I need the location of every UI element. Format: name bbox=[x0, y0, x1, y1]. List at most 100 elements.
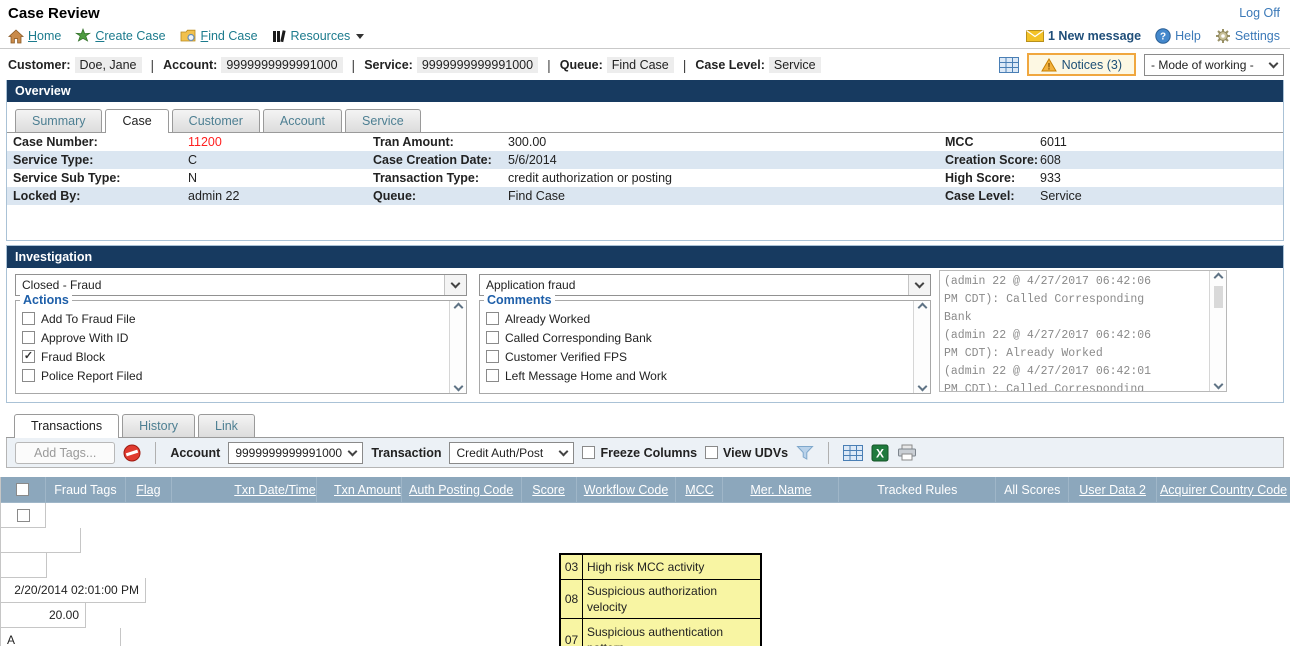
field-value: admin 22 bbox=[188, 189, 239, 203]
nav-create-case[interactable]: Create Case bbox=[75, 28, 165, 44]
column-header[interactable]: User Data 2 bbox=[1069, 477, 1157, 503]
no-entry-icon[interactable] bbox=[123, 444, 141, 462]
notices-button[interactable]: ! Notices (3) bbox=[1027, 53, 1136, 76]
mode-of-working-value: - Mode of working - bbox=[1151, 58, 1254, 72]
column-header: Fraud Tags bbox=[46, 477, 126, 503]
checkbox[interactable] bbox=[486, 369, 499, 382]
investigation-header: Investigation bbox=[7, 246, 1283, 268]
nav-find-case[interactable]: Find Case bbox=[180, 29, 258, 43]
add-tags-button[interactable]: Add Tags... bbox=[15, 442, 115, 464]
select-all-checkbox-cell[interactable] bbox=[1, 477, 46, 503]
checkbox[interactable] bbox=[486, 350, 499, 363]
checkbox-option[interactable]: Called Corresponding Bank bbox=[486, 328, 909, 347]
field-value: credit authorization or posting bbox=[508, 171, 672, 185]
investigation-panel: Investigation Closed - Fraud Application… bbox=[6, 245, 1284, 403]
actions-scrollbar[interactable] bbox=[449, 301, 466, 393]
checkbox-option[interactable]: Already Worked bbox=[486, 309, 909, 328]
nav-resources[interactable]: Resources bbox=[272, 29, 365, 43]
resources-dropdown-caret bbox=[356, 34, 364, 39]
context-value: Service bbox=[769, 57, 821, 73]
overview-tabs: SummaryCaseCustomerAccountService bbox=[7, 102, 1283, 133]
row-checkbox-cell[interactable] bbox=[1, 503, 46, 528]
checkbox-label: Customer Verified FPS bbox=[505, 350, 627, 364]
context-label: Service: bbox=[364, 58, 413, 72]
tab-link[interactable]: Link bbox=[198, 414, 255, 437]
checkbox[interactable] bbox=[22, 369, 35, 382]
tab-case[interactable]: Case bbox=[105, 109, 168, 133]
checkbox[interactable] bbox=[582, 446, 595, 459]
tab-account[interactable]: Account bbox=[263, 109, 342, 132]
filter-icon[interactable] bbox=[796, 445, 814, 461]
select-all-checkbox[interactable] bbox=[16, 483, 29, 496]
tab-transactions[interactable]: Transactions bbox=[14, 414, 119, 438]
investigation-log[interactable]: (admin 22 @ 4/27/2017 06:42:06 PM CDT): … bbox=[939, 270, 1227, 392]
checkbox[interactable] bbox=[486, 312, 499, 325]
column-header[interactable]: Acquirer Country Code bbox=[1157, 477, 1290, 503]
column-header[interactable]: Score bbox=[522, 477, 577, 503]
field-row: Creation Score:608 bbox=[939, 151, 1283, 169]
envelope-icon bbox=[1026, 30, 1044, 42]
checkbox-option[interactable]: Add To Fraud File bbox=[22, 309, 445, 328]
checkbox[interactable] bbox=[22, 331, 35, 344]
column-header[interactable]: Auth Posting Code bbox=[402, 477, 522, 503]
help-link[interactable]: ? Help bbox=[1155, 28, 1201, 44]
checkbox-option[interactable]: ✓Fraud Block bbox=[22, 347, 445, 366]
chevron-down-icon bbox=[1269, 58, 1279, 68]
tooltip-text: Suspicious authentication pattern bbox=[583, 619, 760, 646]
view-udvs-checkbox[interactable]: View UDVs bbox=[705, 446, 788, 460]
tooltip-code: 07 bbox=[561, 619, 583, 646]
checkbox[interactable] bbox=[705, 446, 718, 459]
scroll-up-icon[interactable] bbox=[453, 303, 463, 313]
transaction-select[interactable]: Credit Auth/Post bbox=[449, 442, 574, 464]
column-header[interactable]: Workflow Code bbox=[577, 477, 677, 503]
freeze-columns-checkbox[interactable]: Freeze Columns bbox=[582, 446, 697, 460]
account-select[interactable]: 9999999999991000 bbox=[228, 442, 363, 464]
checkbox-option[interactable]: Police Report Filed bbox=[22, 366, 445, 385]
context-label: Queue: bbox=[560, 58, 603, 72]
export-excel-icon[interactable]: X bbox=[871, 444, 889, 462]
print-icon[interactable] bbox=[897, 444, 917, 461]
freeze-columns-label: Freeze Columns bbox=[600, 446, 697, 460]
field-row: Service Sub Type:N bbox=[7, 169, 367, 187]
row-checkbox[interactable] bbox=[17, 509, 30, 522]
checkbox[interactable] bbox=[486, 331, 499, 344]
mode-of-working-select[interactable]: - Mode of working - bbox=[1144, 54, 1284, 76]
scroll-down-icon[interactable] bbox=[1213, 380, 1223, 390]
log-scrollbar[interactable] bbox=[1209, 271, 1226, 391]
checkbox-option[interactable]: Customer Verified FPS bbox=[486, 347, 909, 366]
column-header[interactable]: Mer. Name bbox=[723, 477, 839, 503]
cell-date: 2/20/2014 02:01:00 PM bbox=[1, 578, 146, 603]
comments-scrollbar[interactable] bbox=[913, 301, 930, 393]
scroll-down-icon[interactable] bbox=[917, 382, 927, 392]
scroll-thumb[interactable] bbox=[1214, 286, 1223, 308]
tab-history[interactable]: History bbox=[122, 414, 195, 437]
log-off-link[interactable]: Log Off bbox=[1239, 6, 1280, 20]
scroll-up-icon[interactable] bbox=[1213, 273, 1223, 283]
checkbox-option[interactable]: Left Message Home and Work bbox=[486, 366, 909, 385]
scroll-up-icon[interactable] bbox=[917, 303, 927, 313]
scroll-down-icon[interactable] bbox=[453, 382, 463, 392]
new-message-indicator[interactable]: 1 New message bbox=[1026, 29, 1141, 43]
case-status-select[interactable]: Closed - Fraud bbox=[15, 274, 467, 296]
field-value: C bbox=[188, 153, 197, 167]
checkbox-label: Police Report Filed bbox=[41, 369, 142, 383]
checkbox-option[interactable]: Approve With ID bbox=[22, 328, 445, 347]
checkbox[interactable]: ✓ bbox=[22, 350, 35, 363]
grid-view-icon[interactable] bbox=[843, 445, 863, 461]
grid-view-icon[interactable] bbox=[999, 57, 1019, 73]
column-header[interactable]: Txn Amount bbox=[317, 477, 402, 503]
tab-customer[interactable]: Customer bbox=[172, 109, 260, 132]
tab-service[interactable]: Service bbox=[345, 109, 421, 132]
account-select-value: 9999999999991000 bbox=[235, 446, 342, 460]
column-header[interactable]: Flag bbox=[126, 477, 172, 503]
column-header[interactable]: MCC bbox=[676, 477, 723, 503]
checkbox[interactable] bbox=[22, 312, 35, 325]
nav-bar: Home Create Case Find Case Resources 1 N… bbox=[0, 24, 1290, 49]
tooltip-text: High risk MCC activity bbox=[583, 555, 760, 579]
nav-home[interactable]: Home bbox=[8, 29, 61, 44]
settings-link[interactable]: Settings bbox=[1215, 28, 1280, 44]
column-header[interactable]: Txn Date/Time bbox=[172, 477, 317, 503]
view-udvs-label: View UDVs bbox=[723, 446, 788, 460]
tab-summary[interactable]: Summary bbox=[15, 109, 102, 132]
field-label: High Score: bbox=[945, 171, 1040, 185]
